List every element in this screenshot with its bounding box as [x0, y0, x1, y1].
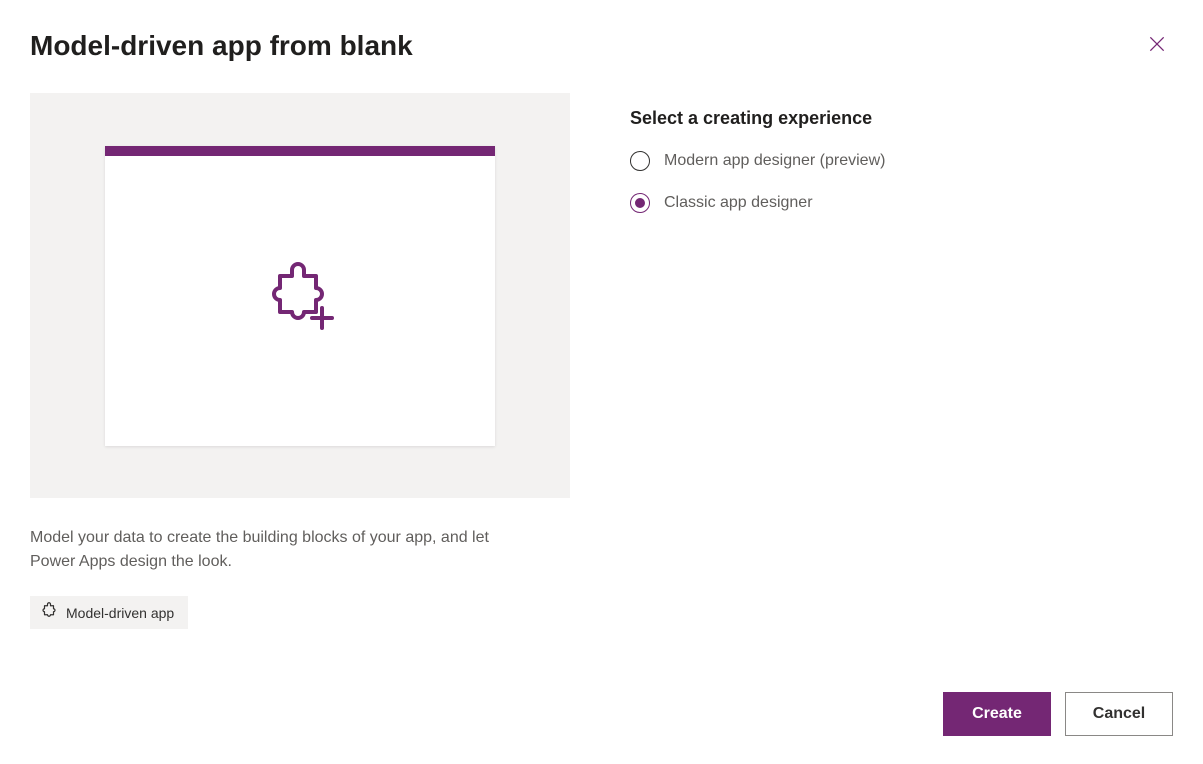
- radio-circle-icon: [630, 151, 650, 171]
- radio-circle-selected-icon: [630, 193, 650, 213]
- radio-label-modern: Modern app designer (preview): [664, 152, 885, 170]
- preview-card: [105, 146, 495, 446]
- right-panel: Select a creating experience Modern app …: [630, 93, 1173, 629]
- close-icon: [1147, 34, 1167, 57]
- dialog-title: Model-driven app from blank: [30, 30, 413, 62]
- section-title: Select a creating experience: [630, 108, 1173, 129]
- preview-card-topbar: [105, 146, 495, 156]
- puzzle-plus-icon: [262, 258, 338, 334]
- radio-label-classic: Classic app designer: [664, 194, 813, 212]
- left-panel: Model your data to create the building b…: [30, 93, 570, 629]
- create-button[interactable]: Create: [943, 692, 1051, 736]
- preview-area: [30, 93, 570, 498]
- radio-option-classic[interactable]: Classic app designer: [630, 193, 1173, 213]
- cancel-button[interactable]: Cancel: [1065, 692, 1173, 736]
- close-button[interactable]: [1141, 28, 1173, 63]
- puzzle-icon: [40, 602, 58, 623]
- radio-option-modern[interactable]: Modern app designer (preview): [630, 151, 1173, 171]
- tag-label: Model-driven app: [66, 605, 174, 621]
- dialog-description: Model your data to create the building b…: [30, 526, 510, 574]
- app-type-tag: Model-driven app: [30, 596, 188, 629]
